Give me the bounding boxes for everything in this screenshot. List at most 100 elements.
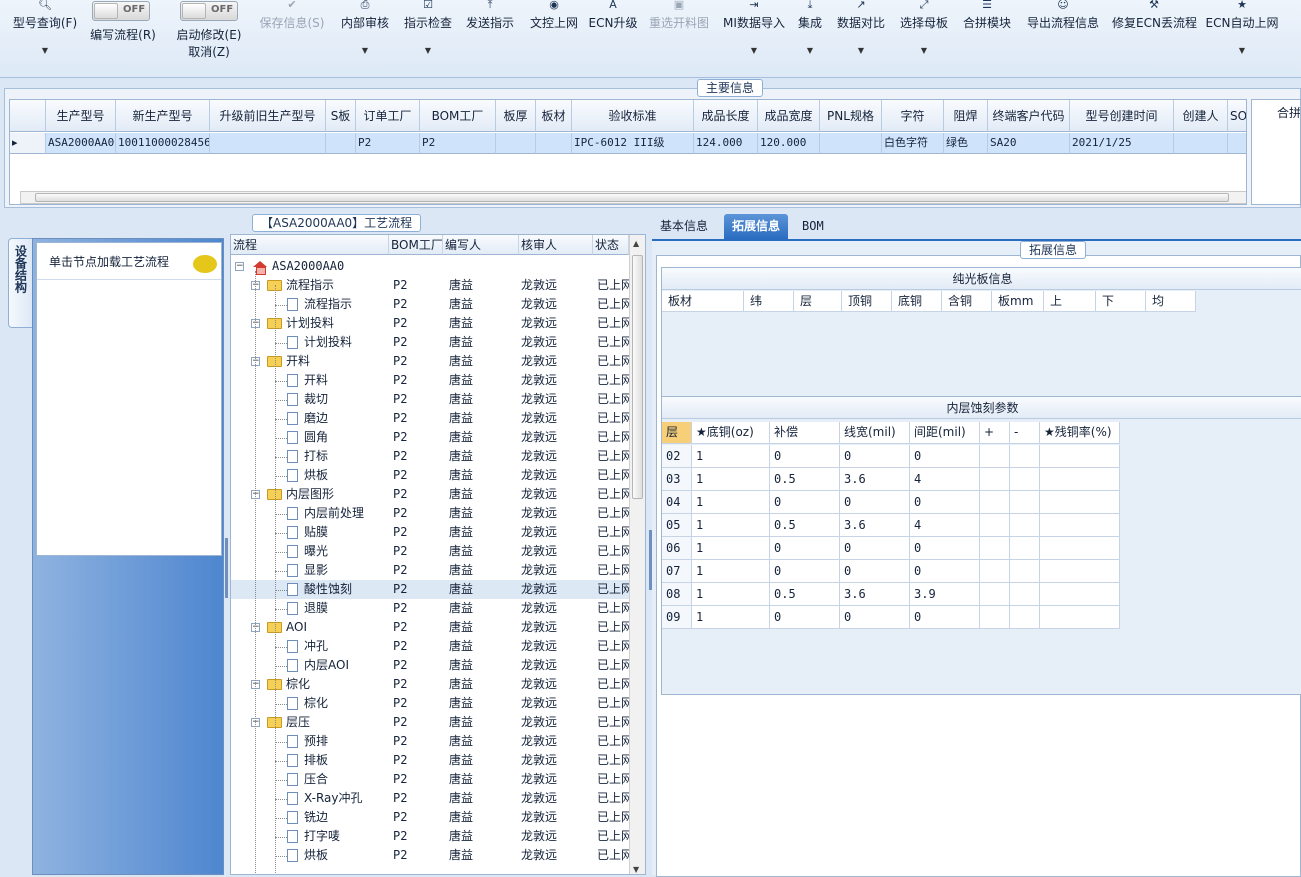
tree-row[interactable]: 烘板 P2 唐益 龙敦远 已上网 <box>231 466 629 485</box>
chevron-down-icon[interactable]: ▼ <box>1204 46 1280 56</box>
etch-cell[interactable] <box>980 583 1010 606</box>
pure-column-header[interactable]: 顶铜 <box>842 291 892 312</box>
etch-column-header[interactable]: 层 <box>662 422 692 444</box>
column-header[interactable]: 型号创建时间 <box>1070 100 1174 132</box>
toolbar-button[interactable]: ⤓ 集成 ▼ <box>795 0 825 62</box>
etch-cell[interactable] <box>1040 514 1120 537</box>
scroll-down-icon[interactable]: ▼ <box>633 865 639 874</box>
toolbar-button[interactable]: ▣ 重选开料图 <box>646 0 712 62</box>
etch-cell[interactable]: 0 <box>840 491 910 514</box>
table-cell[interactable]: 124.000 <box>694 133 758 154</box>
etch-cell[interactable]: 02 <box>662 445 692 468</box>
etch-cell[interactable]: 1 <box>692 537 770 560</box>
table-cell[interactable] <box>210 133 326 154</box>
tree-row[interactable]: 棕化 P2 唐益 龙敦远 已上网 <box>231 694 629 713</box>
etch-cell[interactable]: 3.6 <box>840 583 910 606</box>
etch-cell[interactable] <box>1040 491 1120 514</box>
toolbar-button[interactable]: A ECN升级 <box>588 0 638 62</box>
etch-cell[interactable]: 1 <box>692 491 770 514</box>
column-header[interactable]: 成品宽度 <box>758 100 820 132</box>
etch-cell[interactable]: 4 <box>910 514 980 537</box>
tree-row[interactable]: 棕化−P2唐益龙敦远已上网 <box>231 675 629 694</box>
column-header[interactable]: 创建人 <box>1174 100 1228 132</box>
etch-cell[interactable]: 0 <box>770 560 840 583</box>
etch-cell[interactable] <box>980 560 1010 583</box>
pure-column-header[interactable]: 含铜 <box>942 291 992 312</box>
pure-column-header[interactable]: 底铜 <box>892 291 942 312</box>
tree-row[interactable]: 磨边 P2 唐益 龙敦远 已上网 <box>231 409 629 428</box>
pure-column-header[interactable]: 板材 <box>662 291 744 312</box>
tree-row[interactable]: 压合 P2 唐益 龙敦远 已上网 <box>231 770 629 789</box>
table-cell[interactable]: 绿色 <box>944 133 988 154</box>
etch-cell[interactable]: 3.6 <box>840 468 910 491</box>
tree-row[interactable]: 铣边 P2 唐益 龙敦远 已上网 <box>231 808 629 827</box>
tab-0[interactable]: 基本信息 <box>652 214 716 239</box>
table-cell[interactable] <box>1228 133 1246 154</box>
collapse-icon[interactable]: − <box>235 262 244 271</box>
tree-row[interactable]: 排板 P2 唐益 龙敦远 已上网 <box>231 751 629 770</box>
etch-column-header[interactable]: 补偿 <box>770 422 840 444</box>
etch-cell[interactable] <box>1010 537 1040 560</box>
tree-row[interactable]: 流程指示 P2 唐益 龙敦远 已上网 <box>231 295 629 314</box>
table-cell[interactable]: 2021/1/25 <box>1070 133 1174 154</box>
tree-row[interactable]: 圆角 P2 唐益 龙敦远 已上网 <box>231 428 629 447</box>
etch-cell[interactable] <box>1040 468 1120 491</box>
table-cell[interactable]: P2 <box>356 133 420 154</box>
column-header[interactable]: 新生产型号 <box>116 100 210 132</box>
column-header[interactable]: BOM工厂 <box>420 100 496 132</box>
etch-cell[interactable]: 05 <box>662 514 692 537</box>
tree-row[interactable]: ASA2000AA0 − <box>231 257 629 276</box>
etch-cell[interactable]: 0 <box>840 606 910 629</box>
speech-bubble-icon[interactable] <box>193 255 217 273</box>
etch-cell[interactable] <box>1010 445 1040 468</box>
column-header[interactable]: 阻焊 <box>944 100 988 132</box>
column-header[interactable]: SO <box>1228 100 1246 132</box>
etch-cell[interactable]: 3.6 <box>840 514 910 537</box>
tree-row[interactable]: 烘板 P2 唐益 龙敦远 已上网 <box>231 846 629 865</box>
toolbar-button[interactable]: ⚒ 修复ECN丢流程 <box>1112 0 1197 62</box>
chevron-down-icon[interactable]: ▼ <box>720 46 788 56</box>
etch-cell[interactable] <box>980 468 1010 491</box>
table-cell[interactable]: SA20 <box>988 133 1070 154</box>
tree-row[interactable]: 裁切 P2 唐益 龙敦远 已上网 <box>231 390 629 409</box>
pure-column-header[interactable]: 板mm <box>992 291 1044 312</box>
etch-cell[interactable]: 03 <box>662 468 692 491</box>
etch-cell[interactable]: 09 <box>662 606 692 629</box>
etch-cell[interactable]: 1 <box>692 514 770 537</box>
etch-cell[interactable]: 1 <box>692 583 770 606</box>
tree-row[interactable]: 流程指示−P2唐益龙敦远已上网 <box>231 276 629 295</box>
tree-row[interactable]: 冲孔 P2 唐益 龙敦远 已上网 <box>231 637 629 656</box>
etch-cell[interactable] <box>1040 537 1120 560</box>
toolbar-button[interactable]: ☑ 指示检查 ▼ <box>401 0 455 62</box>
column-header[interactable]: 终端客户代码 <box>988 100 1070 132</box>
tree-row[interactable]: 开料 P2 唐益 龙敦远 已上网 <box>231 371 629 390</box>
etch-cell[interactable] <box>980 537 1010 560</box>
etch-cell[interactable]: 06 <box>662 537 692 560</box>
flow-column-header[interactable]: BOM工厂 <box>389 235 443 255</box>
side-tab-equipment[interactable]: 设备结构 <box>8 238 32 328</box>
chevron-down-icon[interactable]: ▼ <box>401 46 455 56</box>
start-modify-toggle[interactable]: OFF <box>180 1 238 21</box>
tree-row[interactable]: 内层前处理 P2 唐益 龙敦远 已上网 <box>231 504 629 523</box>
etch-cell[interactable] <box>1040 560 1120 583</box>
etch-cell[interactable] <box>1010 514 1040 537</box>
table-cell[interactable] <box>326 133 356 154</box>
tree-row[interactable]: 计划投料−P2唐益龙敦远已上网 <box>231 314 629 333</box>
etch-cell[interactable]: 0 <box>770 537 840 560</box>
toolbar-button[interactable]: ☰ 合拼模块 <box>960 0 1014 62</box>
vertical-scrollbar[interactable]: ▲ ▼ <box>629 235 645 874</box>
chevron-down-icon[interactable]: ▼ <box>795 46 825 56</box>
etch-cell[interactable]: 3.9 <box>910 583 980 606</box>
scroll-thumb[interactable] <box>35 193 1229 202</box>
etch-cell[interactable]: 4 <box>910 468 980 491</box>
column-header[interactable]: 升级前旧生产型号 <box>210 100 326 132</box>
etch-cell[interactable]: 1 <box>692 445 770 468</box>
table-cell[interactable] <box>536 133 572 154</box>
etch-cell[interactable] <box>1010 583 1040 606</box>
splitter-handle[interactable] <box>225 538 228 598</box>
etch-cell[interactable]: 0.5 <box>770 583 840 606</box>
chevron-down-icon[interactable]: ▼ <box>336 46 394 56</box>
save-info-button[interactable]: ✔ 保存信息(S) <box>256 0 328 62</box>
etch-column-header[interactable]: 间距(mil) <box>910 422 980 444</box>
flow-column-header[interactable]: 核审人 <box>519 235 593 255</box>
